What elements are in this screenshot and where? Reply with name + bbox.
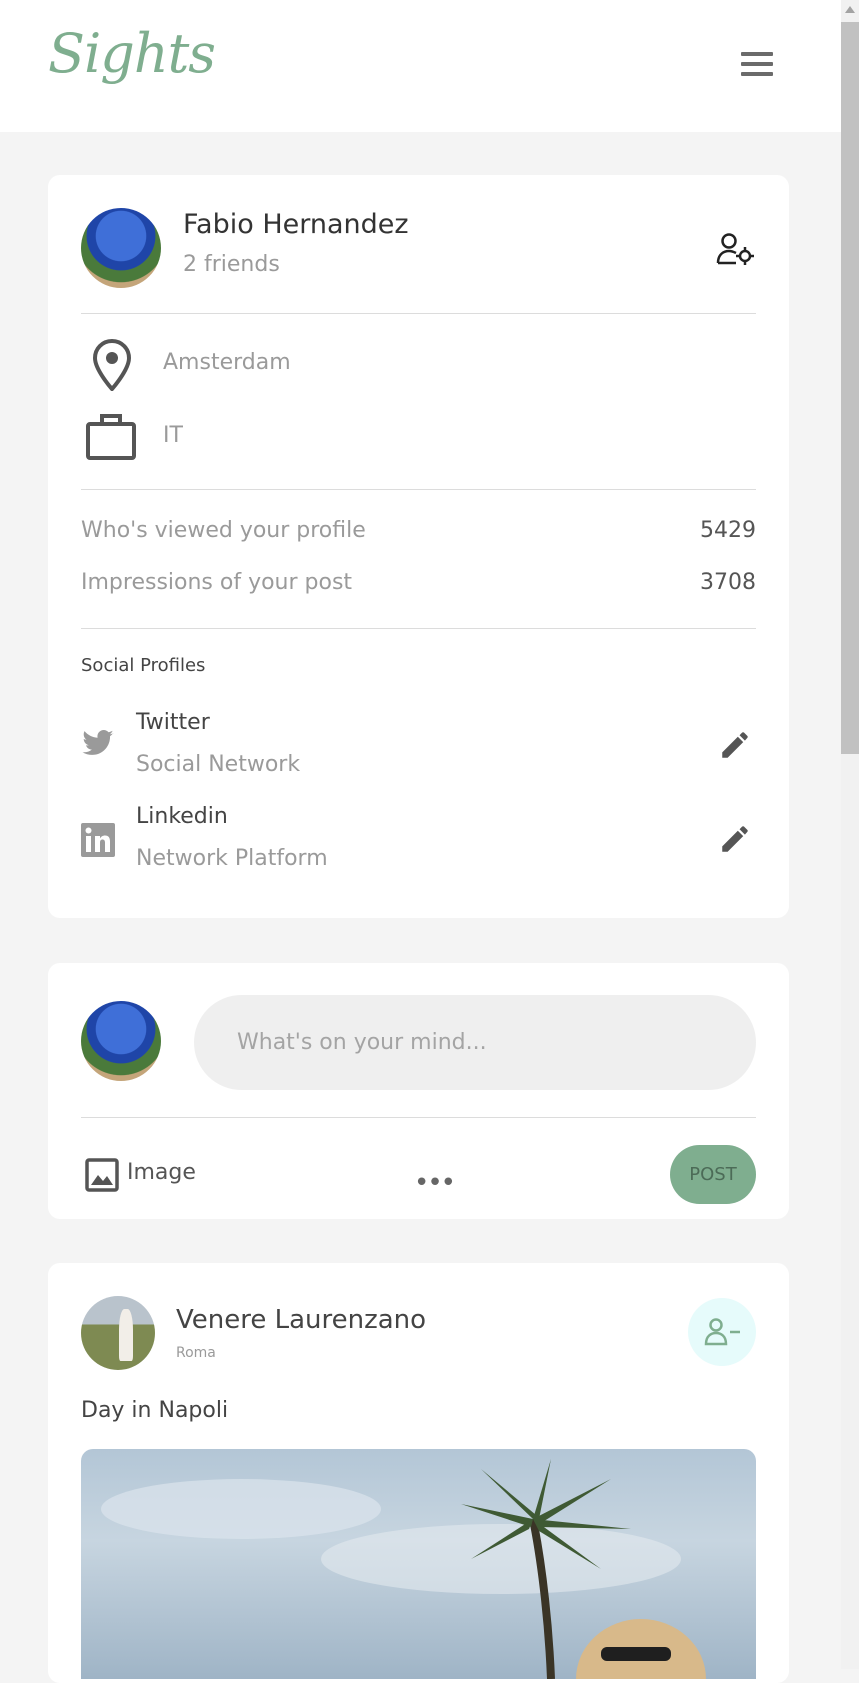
social-item-name-linkedin: Linkedin	[136, 804, 228, 829]
scroll-up-arrow-icon[interactable]	[845, 6, 855, 13]
stat-label-impressions: Impressions of your post	[81, 570, 353, 595]
social-item-type-linkedin: Network Platform	[136, 846, 328, 871]
post-text: Day in Napoli	[81, 1398, 229, 1423]
post-author-name[interactable]: Venere Laurenzano	[176, 1305, 426, 1335]
user-settings-icon[interactable]	[716, 232, 754, 266]
stat-value-profile-views: 5429	[700, 518, 756, 543]
app-logo[interactable]: Sights	[48, 22, 216, 85]
stat-label-profile-views: Who's viewed your profile	[81, 518, 366, 543]
divider	[81, 628, 756, 629]
divider	[81, 489, 756, 490]
profile-work: IT	[163, 423, 183, 448]
briefcase-icon	[86, 414, 136, 460]
post-image[interactable]	[81, 1449, 756, 1679]
composer-avatar	[81, 1001, 161, 1081]
post-author-avatar[interactable]	[81, 1296, 155, 1370]
image-icon[interactable]	[85, 1158, 119, 1192]
post-photo-illustration	[101, 1459, 706, 1679]
profile-friends-count[interactable]: 2 friends	[183, 252, 280, 277]
location-pin-icon	[92, 339, 132, 391]
edit-twitter-icon[interactable]	[718, 728, 752, 762]
social-item-name-twitter: Twitter	[136, 710, 210, 735]
top-navbar: Sights	[0, 0, 841, 132]
remove-friend-button[interactable]	[688, 1298, 756, 1366]
social-item-type-twitter: Social Network	[136, 752, 301, 777]
image-upload-button[interactable]: Image	[127, 1160, 196, 1185]
more-options-icon[interactable]: •••	[414, 1168, 456, 1198]
whats-on-your-mind-input[interactable]	[194, 995, 756, 1090]
scrollbar-thumb[interactable]	[841, 22, 859, 754]
divider	[81, 1117, 756, 1118]
post-button[interactable]: POST	[670, 1145, 756, 1204]
menu-icon[interactable]	[741, 52, 773, 78]
divider	[81, 313, 756, 314]
profile-avatar[interactable]	[81, 208, 161, 288]
person-remove-icon	[704, 1318, 740, 1346]
post-author-location: Roma	[176, 1345, 216, 1361]
twitter-icon	[82, 730, 114, 755]
profile-name[interactable]: Fabio Hernandez	[183, 209, 409, 240]
social-profiles-heading: Social Profiles	[81, 655, 206, 676]
profile-location: Amsterdam	[163, 350, 291, 375]
stat-value-impressions: 3708	[700, 570, 756, 595]
linkedin-icon	[81, 823, 115, 857]
edit-linkedin-icon[interactable]	[718, 822, 752, 856]
